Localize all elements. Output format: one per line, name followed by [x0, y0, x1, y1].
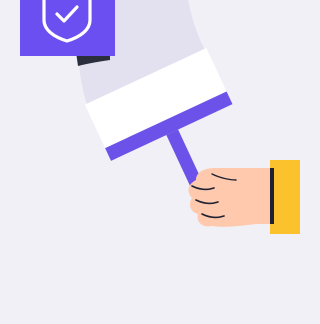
hand	[188, 168, 270, 227]
sleeve-cuff	[270, 160, 300, 234]
illustration-canvas	[0, 0, 300, 324]
cleaning-illustration	[20, 0, 300, 234]
security-badge	[20, 0, 115, 56]
